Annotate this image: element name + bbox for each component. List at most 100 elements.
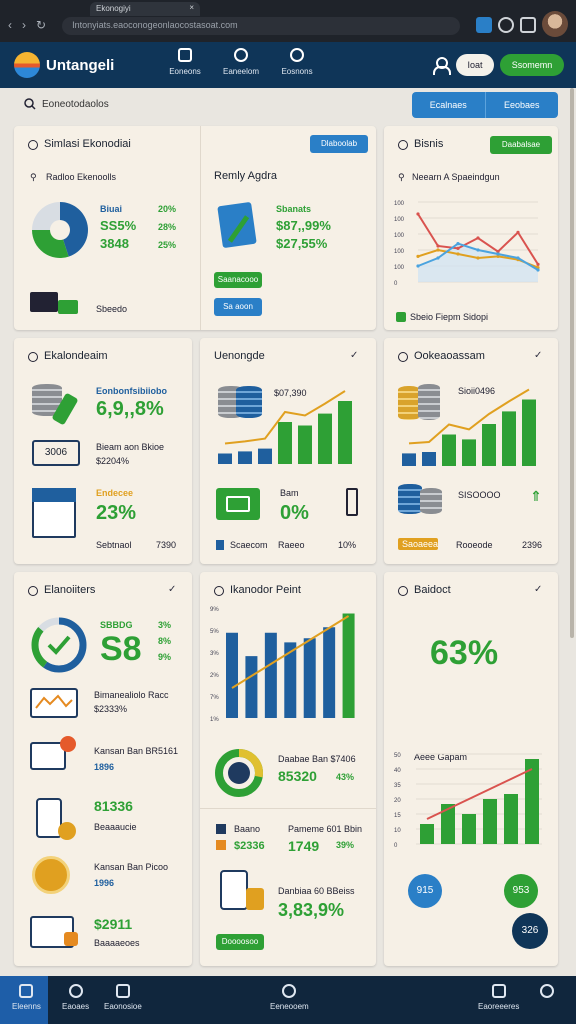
bar: [303, 638, 316, 718]
bottom-nav-home[interactable]: Eleenns: [12, 984, 41, 1011]
card-uenongde: Uenongde ✓ $07,390 Bam 0% Scaecom Raeeo …: [200, 338, 376, 564]
app-header: Untangeli Eoneons Eaneelom Eosnons Ioat …: [0, 42, 576, 88]
line-chart: 100 100 100 100 100 0: [394, 201, 540, 287]
dashboard-chip[interactable]: Dlaboolab: [310, 135, 368, 153]
detail-value: 81336: [94, 798, 133, 814]
card-title: Bisnis: [414, 138, 444, 150]
detail-value: $2204%: [96, 456, 130, 466]
primary-button[interactable]: Ssomemn: [500, 54, 564, 76]
data-point: [416, 264, 420, 268]
card-ekalondeaim: Ekalondeaim Eonbonfsibiiobo 6,9,,8% 3006…: [14, 338, 192, 564]
report-header: [32, 488, 76, 502]
action-button[interactable]: Sa aoon: [214, 298, 262, 316]
data-point: [456, 252, 460, 256]
tab-title: Ekonogiyi: [96, 4, 131, 13]
book-icon: [178, 48, 192, 62]
back-icon[interactable]: ‹: [8, 18, 12, 32]
detail-value: $2333%: [94, 704, 128, 714]
floating-action-button[interactable]: 326: [512, 913, 548, 949]
secondary-button[interactable]: Ioat: [456, 54, 494, 76]
status-badge: Saanacooo: [214, 272, 262, 288]
detail-value: 1896: [94, 762, 115, 772]
check-icon[interactable]: ✓: [534, 350, 542, 361]
bar: [482, 424, 496, 466]
data-point: [516, 230, 520, 234]
chart-legend: Sbeio Fiepm Sidopi: [410, 312, 489, 322]
nav-item-1[interactable]: Eoneons: [169, 48, 201, 76]
tick-label: 0: [394, 281, 398, 287]
footer-label: Scaecom: [230, 540, 268, 550]
browser-tab[interactable]: Ekonogiyi ×: [90, 2, 200, 16]
metric-label: Sbanats: [276, 204, 312, 214]
extension-icon[interactable]: [476, 17, 492, 33]
badge-left[interactable]: 915: [408, 874, 442, 908]
reload-icon[interactable]: ↻: [36, 18, 46, 32]
card-icon: [30, 292, 58, 312]
card-elanoiiters: Elanoiiters ✓ SBBDG S8 3% 8% 9% Bimaneal…: [14, 572, 192, 966]
brand-name: Untangeli: [46, 56, 115, 74]
nav-label: Eoneons: [169, 67, 201, 76]
nav-label: Eaoreeeres: [478, 1002, 520, 1011]
detail-pct: 43%: [336, 772, 355, 782]
tick-label: 5%: [210, 629, 219, 635]
coins-blue-icon: [398, 484, 422, 514]
check-icon[interactable]: ✓: [168, 584, 176, 595]
search-icon[interactable]: [24, 98, 36, 110]
metric-value: $27,55%: [276, 236, 328, 251]
scrollbar[interactable]: [570, 88, 574, 638]
detail-text: Daabae Ban $7406: [278, 754, 356, 764]
check-icon[interactable]: ✓: [534, 584, 542, 595]
data-point: [476, 256, 480, 260]
laptop-chart-icon: [35, 694, 73, 709]
metric-label: SISOOOO: [458, 490, 501, 500]
nav-item-2[interactable]: Eaneelom: [222, 48, 260, 76]
avatar[interactable]: [542, 11, 568, 37]
tab-close-icon[interactable]: ×: [189, 3, 194, 12]
bottom-nav-2[interactable]: Eaoaes: [62, 984, 89, 1011]
bottom-nav-6[interactable]: [540, 984, 554, 1002]
bottom-nav: Eleenns Eaoaes Eaonosioe Eeneooem Eaoree…: [0, 976, 576, 1024]
data-point: [436, 248, 440, 252]
detail-value: 1996: [94, 878, 115, 888]
tick-label: 100: [394, 233, 405, 239]
badge-right[interactable]: 953: [504, 874, 538, 908]
card-title: Elanoiiters: [44, 584, 96, 596]
bottom-nav-4[interactable]: Eeneooem: [270, 984, 309, 1011]
bar: [318, 413, 332, 464]
bar: [462, 814, 476, 844]
nav-label: Eeneooem: [270, 1002, 309, 1011]
metric-value: $87,,99%: [276, 218, 331, 233]
nav-label: Eaneelom: [222, 67, 260, 76]
data-point: [476, 236, 480, 240]
data-point: [456, 246, 460, 250]
nav-item-3[interactable]: Eosnons: [281, 48, 313, 76]
metric-label: Bam: [280, 488, 299, 498]
bar: [483, 799, 497, 844]
cash-icon: [58, 300, 78, 314]
donut-center: [228, 762, 250, 784]
data-point: [436, 244, 440, 248]
sidepanel-icon[interactable]: [520, 17, 536, 33]
forward-icon[interactable]: ›: [22, 18, 26, 32]
user-icon[interactable]: [433, 57, 451, 75]
metric-pct: 9%: [158, 652, 172, 662]
dashboard-chip[interactable]: Daabalsae: [490, 136, 552, 154]
pill-button-1[interactable]: Ecalnaes: [412, 92, 486, 118]
bar: [522, 399, 536, 466]
check-icon[interactable]: ✓: [350, 350, 358, 361]
account-icon[interactable]: [498, 17, 514, 33]
legend-icon: [216, 540, 224, 550]
pill-button-2[interactable]: Eeobaes: [486, 92, 559, 118]
search-input[interactable]: Eoneotodaolos: [42, 99, 109, 110]
url-bar[interactable]: Intonyiats.eaoconogeonlaocostasoat.com: [62, 17, 460, 35]
bottom-nav-3[interactable]: Eaonosioe: [104, 984, 142, 1011]
bar-chart: 50 40 35 20 15 10 0: [394, 753, 542, 849]
footer-value: 7390: [156, 540, 177, 550]
bar: [298, 425, 312, 464]
footer-value: 2396: [522, 540, 543, 550]
bottom-nav-5[interactable]: Eaoreeeres: [478, 984, 519, 1011]
metric-pct: 3%: [158, 620, 172, 630]
person-icon: ⚲: [398, 172, 405, 182]
detail-pct: 39%: [336, 840, 355, 850]
data-point: [516, 256, 520, 260]
